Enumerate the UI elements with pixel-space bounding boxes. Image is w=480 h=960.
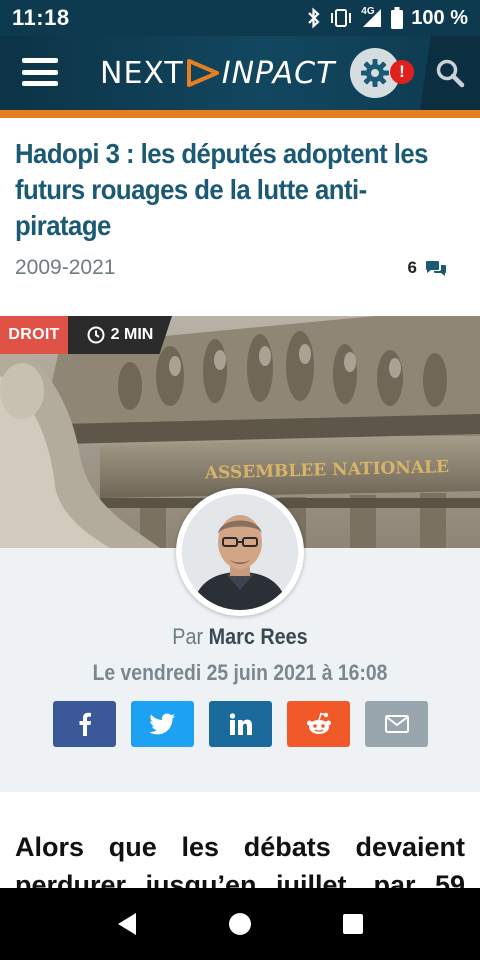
navigation-bar bbox=[0, 888, 480, 960]
next-inpact-logo[interactable]: NEXT INPACT bbox=[100, 54, 335, 92]
network-type: 4G bbox=[361, 6, 375, 17]
search-icon bbox=[436, 59, 465, 88]
battery-level: 100 % bbox=[411, 6, 468, 29]
article-title: Hadopi 3 : les députés adoptent les futu… bbox=[15, 138, 429, 241]
article-years: 2009-2021 bbox=[15, 256, 116, 279]
author-prefix: Par bbox=[172, 624, 204, 649]
menu-button[interactable] bbox=[22, 56, 58, 88]
read-time-tag: 2 MIN bbox=[68, 316, 172, 354]
article-meta: 2009-2021 6 bbox=[15, 256, 465, 280]
author-name[interactable]: Marc Rees bbox=[209, 624, 308, 649]
status-icons: 4G 100 % bbox=[307, 6, 468, 30]
recents-icon bbox=[343, 914, 364, 934]
publish-date: Le vendredi 25 juin 2021 à 16:08 bbox=[92, 660, 388, 685]
hamburger-icon bbox=[22, 58, 58, 63]
reddit-icon bbox=[306, 712, 331, 734]
comments-link[interactable]: 6 bbox=[408, 258, 447, 278]
logo-text-right: INPACT bbox=[221, 55, 336, 91]
back-icon bbox=[117, 913, 136, 935]
share-facebook-button[interactable] bbox=[53, 701, 116, 747]
logo-text-left: NEXT bbox=[100, 55, 184, 91]
author-avatar[interactable] bbox=[176, 488, 304, 616]
clock-icon bbox=[87, 326, 105, 344]
article-body: Alors que les débats devaient perdurer j… bbox=[15, 832, 465, 888]
comment-count: 6 bbox=[407, 258, 417, 277]
linkedin-icon bbox=[229, 713, 252, 735]
accent-stripe bbox=[0, 110, 480, 118]
recents-button[interactable] bbox=[333, 904, 373, 944]
vibrate-icon bbox=[329, 8, 353, 28]
search-button[interactable] bbox=[420, 36, 480, 110]
logo-triangle-icon bbox=[186, 59, 219, 87]
notification-badge[interactable]: ! bbox=[390, 60, 414, 84]
home-icon bbox=[228, 913, 251, 935]
read-time: 2 MIN bbox=[110, 326, 154, 343]
twitter-icon bbox=[149, 713, 175, 735]
category-tag[interactable]: DROIT bbox=[0, 316, 68, 354]
share-mail-button[interactable] bbox=[365, 701, 428, 747]
share-reddit-button[interactable] bbox=[287, 701, 350, 747]
app-bar: NEXT INPACT ! bbox=[0, 36, 480, 110]
chat-bubbles-icon bbox=[426, 261, 446, 276]
home-button[interactable] bbox=[220, 904, 260, 944]
author-photo bbox=[182, 494, 298, 610]
share-buttons bbox=[53, 701, 428, 747]
back-button[interactable] bbox=[107, 904, 147, 944]
status-time: 11:18 bbox=[12, 5, 70, 30]
facebook-icon bbox=[79, 712, 91, 736]
mail-icon bbox=[384, 715, 409, 733]
status-bar: 11:18 4G 100 % bbox=[0, 0, 480, 36]
signal-icon: 4G bbox=[361, 6, 383, 28]
share-twitter-button[interactable] bbox=[131, 701, 194, 747]
share-linkedin-button[interactable] bbox=[209, 701, 272, 747]
battery-icon bbox=[391, 7, 404, 29]
gear-icon bbox=[361, 59, 389, 87]
author-line: Par Marc Rees bbox=[24, 624, 456, 650]
bluetooth-icon bbox=[307, 7, 321, 29]
